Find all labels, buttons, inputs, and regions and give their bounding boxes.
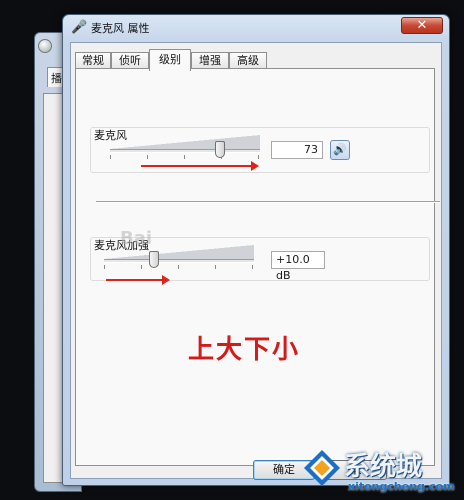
baidu-watermark: Bai <box>120 228 153 249</box>
boost-slider-thumb[interactable] <box>148 251 159 268</box>
microphone-slider-thumb[interactable] <box>214 141 225 158</box>
boost-slider-track[interactable] <box>104 259 254 263</box>
tab-levels[interactable]: 级别 <box>149 49 191 71</box>
microphone-icon: 🎤 <box>71 20 88 35</box>
arrow-annotation-boost <box>106 275 170 285</box>
microphone-slider-wedge <box>110 135 260 149</box>
titlebar[interactable]: 🎤 麦克风 属性 ✕ <box>63 15 449 41</box>
site-watermark: 系统城 xitongcheng.com <box>302 444 462 496</box>
microphone-slider-track[interactable] <box>110 149 260 153</box>
boost-level-field: +10.0 dB <box>271 251 325 282</box>
dialog-client: 常规 侦听 级别 增强 高级 麦克风 73 🔊 麦克风加强 +10. <box>70 42 442 480</box>
separator <box>96 201 440 203</box>
site-logo-icon <box>304 450 340 486</box>
watermark-url: xitongcheng.com <box>348 480 455 493</box>
app-icon <box>38 39 52 53</box>
speaker-icon[interactable]: 🔊 <box>330 140 350 160</box>
levels-panel: 麦克风 73 🔊 麦克风加强 +10.0 dB 上大下小 <box>75 68 440 466</box>
properties-dialog: 🎤 麦克风 属性 ✕ 常规 侦听 级别 增强 高级 麦克风 73 🔊 麦克风加强 <box>62 14 450 486</box>
close-button[interactable]: ✕ <box>401 17 443 34</box>
microphone-slider-ticks <box>110 155 261 159</box>
annotation-text: 上大下小 <box>188 335 301 365</box>
microphone-level-field[interactable]: 73 <box>271 141 323 159</box>
watermark-text: 系统城 <box>344 452 423 482</box>
arrow-annotation-microphone <box>141 161 259 171</box>
boost-slider-ticks <box>104 265 255 269</box>
dialog-title: 麦克风 属性 <box>91 22 150 35</box>
